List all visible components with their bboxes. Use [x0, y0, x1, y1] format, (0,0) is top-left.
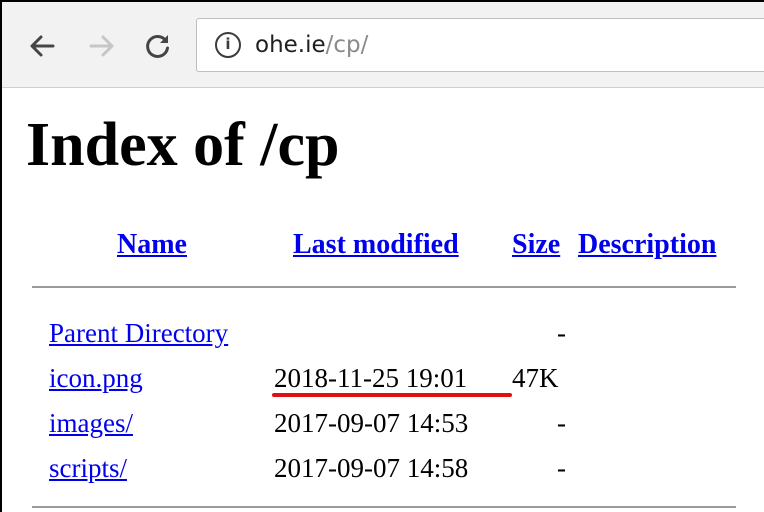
forward-button[interactable] — [84, 28, 120, 64]
column-header-size[interactable]: Size — [512, 228, 560, 262]
browser-toolbar: i ohe.ie/cp/ — [2, 2, 764, 88]
parent-directory-link[interactable]: Parent Directory — [49, 317, 228, 349]
column-header-description[interactable]: Description — [578, 228, 716, 262]
folder-link-scripts[interactable]: scripts/ — [49, 452, 127, 484]
row-modified: 2018-11-25 19:01 — [274, 363, 468, 393]
row-modified: 2017-09-07 14:58 — [274, 453, 469, 483]
reload-button[interactable] — [140, 28, 176, 64]
back-button[interactable] — [24, 28, 60, 64]
row-size: 47K — [512, 363, 559, 393]
reload-icon — [146, 34, 169, 58]
column-header-last-modified[interactable]: Last modified — [293, 228, 459, 262]
folder-link-images[interactable]: images/ — [49, 407, 133, 439]
url-text[interactable]: ohe.ie/cp/ — [255, 30, 368, 60]
column-header-name[interactable]: Name — [117, 228, 187, 262]
file-link-icon-png[interactable]: icon.png — [49, 362, 143, 394]
page-content: Index of /cp Name Last modified Size Des… — [2, 88, 764, 512]
forward-arrow-icon — [89, 35, 114, 57]
url-host: ohe.ie — [255, 32, 326, 58]
header-divider — [32, 286, 736, 288]
url-path: /cp/ — [325, 32, 369, 58]
info-icon[interactable]: i — [215, 32, 241, 58]
row-size: - — [557, 318, 566, 348]
browser-window: i ohe.ie/cp/ Index of /cp Name Last modi… — [0, 0, 764, 512]
annotation-red-underline — [272, 393, 512, 397]
footer-divider — [32, 506, 736, 508]
address-bar[interactable]: i ohe.ie/cp/ — [196, 18, 764, 72]
row-modified: 2017-09-07 14:53 — [274, 408, 469, 438]
row-size: - — [557, 408, 566, 438]
back-arrow-icon — [30, 35, 55, 57]
page-title: Index of /cp — [26, 111, 340, 179]
row-size: - — [557, 453, 566, 483]
